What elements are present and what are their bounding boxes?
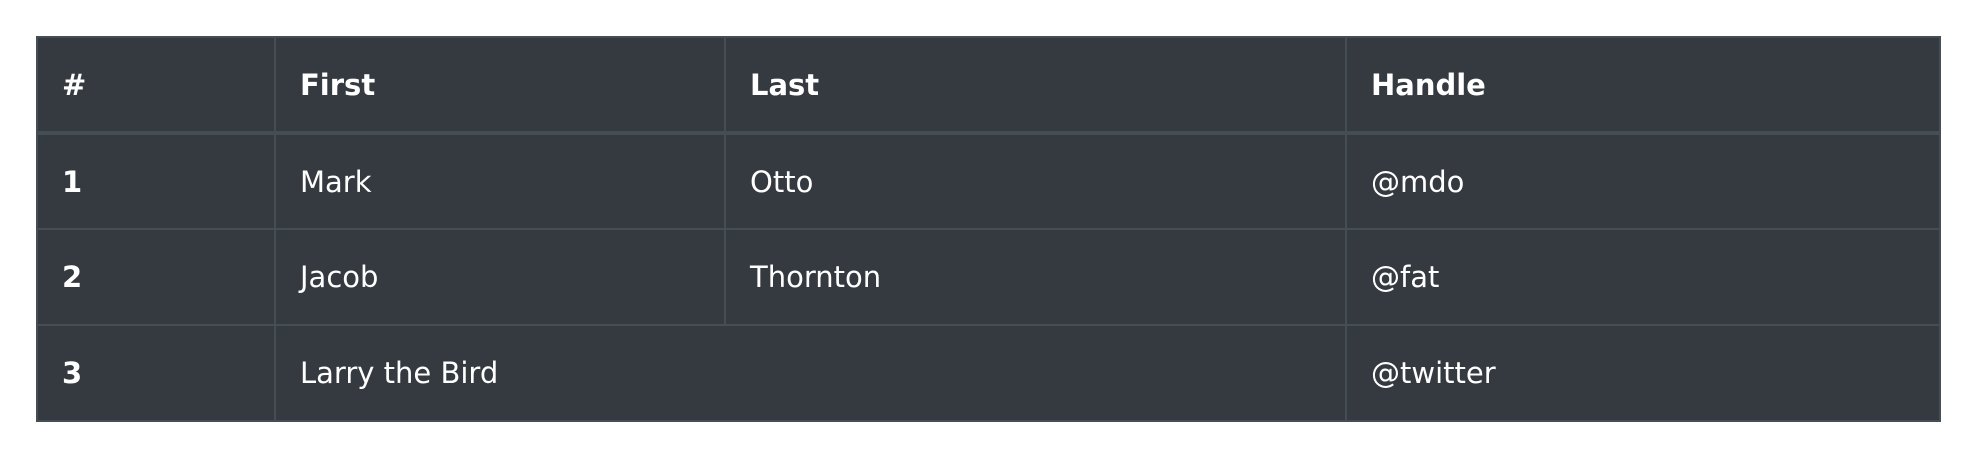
cell-first: Mark xyxy=(274,132,726,230)
cell-first: Jacob xyxy=(274,228,726,326)
table-row: 2 Jacob Thornton @fat xyxy=(36,228,1941,326)
header-number: # xyxy=(36,36,276,135)
cell-full-name: Larry the Bird xyxy=(274,324,1347,422)
cell-handle: @twitter xyxy=(1345,324,1941,422)
table-body: 1 Mark Otto @mdo 2 Jacob Thornton @fat 3… xyxy=(36,132,1941,422)
header-row: # First Last Handle xyxy=(36,36,1941,135)
table-row: 3 Larry the Bird @twitter xyxy=(36,324,1941,422)
header-last: Last xyxy=(724,36,1347,135)
row-number: 3 xyxy=(36,324,276,422)
row-number: 1 xyxy=(36,132,276,230)
cell-last: Otto xyxy=(724,132,1347,230)
table-row: 1 Mark Otto @mdo xyxy=(36,132,1941,230)
dark-table: # First Last Handle 1 Mark Otto @mdo 2 J… xyxy=(36,36,1941,422)
cell-handle: @fat xyxy=(1345,228,1941,326)
row-number: 2 xyxy=(36,228,276,326)
header-first: First xyxy=(274,36,726,135)
table-header: # First Last Handle xyxy=(36,36,1941,135)
dark-table-container: # First Last Handle 1 Mark Otto @mdo 2 J… xyxy=(36,36,1941,422)
header-handle: Handle xyxy=(1345,36,1941,135)
cell-handle: @mdo xyxy=(1345,132,1941,230)
cell-last: Thornton xyxy=(724,228,1347,326)
